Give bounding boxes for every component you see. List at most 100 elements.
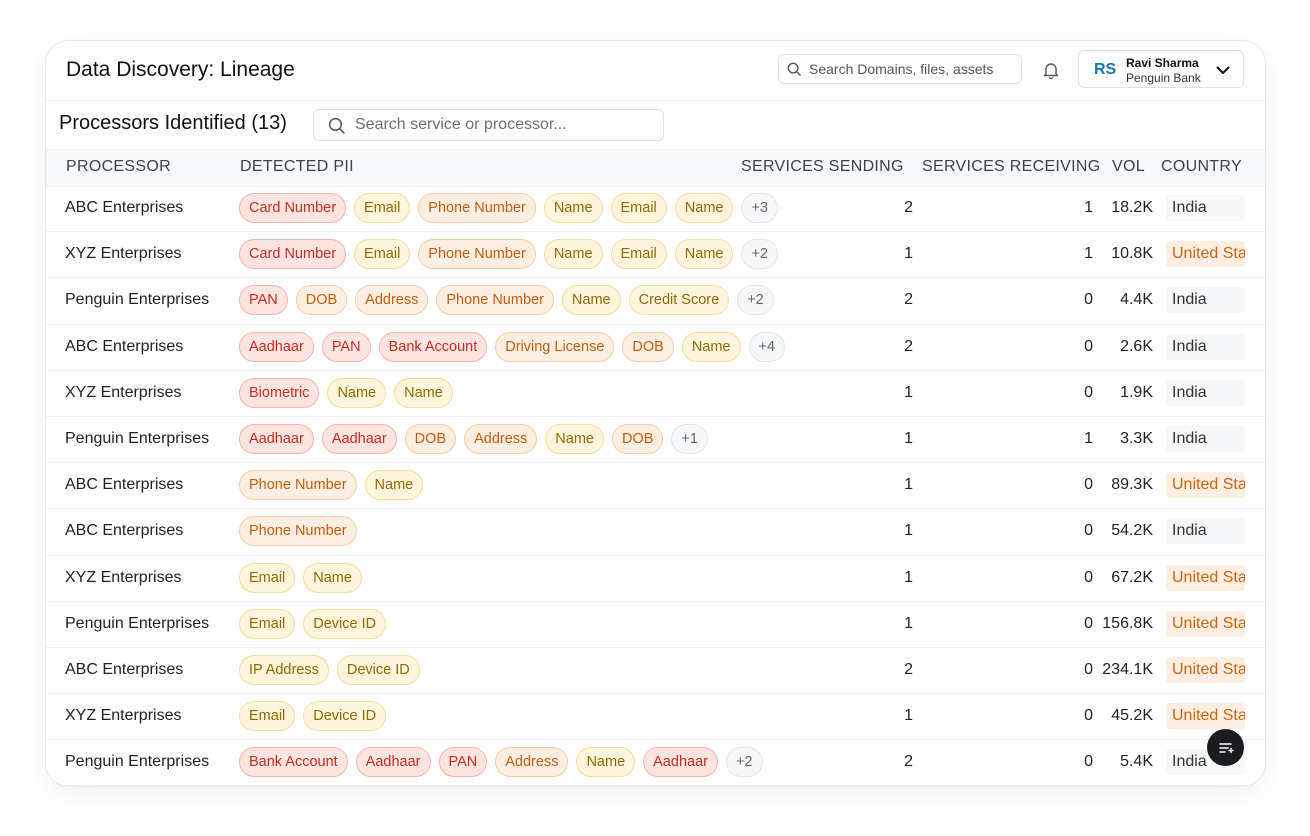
table-row[interactable]: Penguin Enterprises Email Device ID 1 0 156.8… xyxy=(46,602,1265,648)
more-pii-badge[interactable]: +2 xyxy=(741,239,779,270)
more-pii-badge[interactable]: +2 xyxy=(725,747,763,778)
pii-tags: Bank Account Aadhaar PAN Address Name Aadhaar… xyxy=(239,747,763,778)
global-search-input[interactable] xyxy=(807,60,1011,78)
processor-name[interactable]: Penguin Enterprises xyxy=(65,430,209,448)
pii-tags: Aadhaar Aadhaar DOB Address Name DOB +1 xyxy=(239,423,708,454)
processor-name[interactable]: Penguin Enterprises xyxy=(65,615,209,633)
processor-name[interactable]: ABC Enterprises xyxy=(65,338,183,356)
pii-tag: Name xyxy=(327,377,387,408)
table-row[interactable]: XYZ Enterprises Biometric Name Name 1 0 1.9K In… xyxy=(46,371,1265,417)
country-badge: India xyxy=(1166,195,1245,221)
column-detected-pii[interactable]: DETECTED PII xyxy=(240,158,354,176)
processor-name[interactable]: XYZ Enterprises xyxy=(65,245,181,263)
column-services-receiving[interactable]: SERVICES RECEIVING xyxy=(922,158,1101,176)
services-sending: 2 xyxy=(904,753,913,771)
pii-tag: Device ID xyxy=(303,701,387,732)
more-pii-badge[interactable]: +4 xyxy=(748,331,786,362)
services-sending: 1 xyxy=(904,429,913,447)
table-row[interactable]: Penguin Enterprises PAN DOB Address Phone Nu… xyxy=(46,278,1265,325)
pii-tag: Email xyxy=(239,608,296,639)
pii-tag: Aadhaar xyxy=(321,423,397,454)
services-sending: 1 xyxy=(904,245,913,263)
table-row[interactable]: ABC Enterprises IP Address Device ID 2 0 234.… xyxy=(46,648,1265,695)
table-row[interactable]: ABC Enterprises Card Number Email Phone Num… xyxy=(46,186,1265,233)
processor-search[interactable] xyxy=(313,109,664,141)
processor-name[interactable]: ABC Enterprises xyxy=(65,476,183,494)
table-row[interactable]: XYZ Enterprises Card Number Email Phone Num… xyxy=(46,232,1265,279)
services-receiving: 0 xyxy=(1084,614,1093,632)
table-row[interactable]: XYZ Enterprises Email Device ID 1 0 45.2K Unit… xyxy=(46,694,1265,741)
pii-tag: Name xyxy=(561,285,621,316)
pii-tag: PAN xyxy=(438,747,488,778)
table-row[interactable]: Penguin Enterprises Bank Account Aadhaar PA… xyxy=(46,740,1265,786)
services-receiving: 0 xyxy=(1084,291,1093,309)
pii-tag: Name xyxy=(364,470,424,501)
global-search[interactable] xyxy=(778,54,1022,84)
user-name: Ravi Sharma xyxy=(1126,56,1199,70)
processor-name[interactable]: ABC Enterprises xyxy=(65,522,183,540)
services-receiving: 0 xyxy=(1084,660,1093,678)
column-vol[interactable]: VOL xyxy=(1112,158,1145,176)
processor-name[interactable]: XYZ Enterprises xyxy=(65,384,181,402)
top-bar: Data Discovery: Lineage RS Ravi Sharma P… xyxy=(46,41,1265,101)
more-pii-badge[interactable]: +1 xyxy=(671,423,708,454)
pii-tag: DOB xyxy=(295,285,348,316)
volume: 156.8K xyxy=(1102,614,1153,632)
user-org: Penguin Bank xyxy=(1126,71,1201,85)
pii-tag: Phone Number xyxy=(418,239,536,270)
pii-tag: DOB xyxy=(404,423,457,454)
pii-tag: Email xyxy=(239,701,296,732)
bell-icon[interactable] xyxy=(1041,60,1061,80)
services-receiving: 0 xyxy=(1084,383,1093,401)
country-badge: India xyxy=(1166,518,1245,545)
pii-tag: Address xyxy=(464,423,538,454)
column-processor[interactable]: PROCESSOR xyxy=(66,158,171,176)
column-services-sending[interactable]: SERVICES SENDING xyxy=(741,158,904,176)
more-pii-badge[interactable]: +3 xyxy=(741,193,779,223)
services-receiving: 0 xyxy=(1084,476,1093,494)
chevron-down-icon xyxy=(1216,66,1230,74)
volume: 67.2K xyxy=(1111,568,1153,586)
processor-search-input[interactable] xyxy=(353,115,647,135)
filter-button[interactable] xyxy=(1207,729,1244,766)
processor-name[interactable]: ABC Enterprises xyxy=(65,199,183,217)
country-badge: United States xyxy=(1166,472,1245,499)
pii-tags: Card Number Email Phone Number Name Email Nam… xyxy=(239,239,779,270)
services-sending: 1 xyxy=(904,476,913,494)
pii-tags: Email Device ID xyxy=(239,701,387,732)
pii-tag: Email xyxy=(610,193,667,223)
processor-name[interactable]: XYZ Enterprises xyxy=(65,707,181,725)
processor-name[interactable]: Penguin Enterprises xyxy=(65,753,209,771)
services-sending: 2 xyxy=(904,199,913,216)
pii-tag: Name xyxy=(303,562,362,593)
pii-tag: DOB xyxy=(611,423,664,454)
processor-name[interactable]: XYZ Enterprises xyxy=(65,569,181,587)
pii-tag: Name xyxy=(543,239,603,270)
section-title: Processors Identified (13) xyxy=(59,112,287,134)
more-pii-badge[interactable]: +2 xyxy=(737,285,774,316)
country-badge: India xyxy=(1166,333,1245,360)
user-menu[interactable]: RS Ravi Sharma Penguin Bank xyxy=(1078,50,1244,88)
services-sending: 2 xyxy=(904,291,913,309)
pii-tag: Biometric xyxy=(239,377,320,408)
table-row[interactable]: ABC Enterprises Aadhaar PAN Bank Account Dri… xyxy=(46,325,1265,371)
pii-tag: Name xyxy=(681,331,741,362)
pii-tags: Biometric Name Name xyxy=(239,377,453,408)
processor-name[interactable]: ABC Enterprises xyxy=(65,661,183,679)
pii-tags: Phone Number xyxy=(239,516,357,547)
filter-list-icon xyxy=(1218,742,1234,753)
processor-name[interactable]: Penguin Enterprises xyxy=(65,291,209,309)
pii-tags: Aadhaar PAN Bank Account Driving License DOB… xyxy=(239,331,786,362)
table-header: PROCESSOR DETECTED PII SERVICES SENDING … xyxy=(46,149,1265,187)
page-title: Data Discovery: Lineage xyxy=(66,58,295,81)
pii-tag: Email xyxy=(239,562,296,593)
pii-tag: Bank Account xyxy=(239,747,348,778)
table-row[interactable]: Penguin Enterprises Aadhaar Aadhaar DOB Addr… xyxy=(46,417,1265,464)
avatar: RS xyxy=(1094,61,1117,78)
column-country[interactable]: COUNTRY xyxy=(1161,158,1242,176)
table-row[interactable]: ABC Enterprises Phone Number Name 1 0 89.3K Un… xyxy=(46,463,1265,510)
pii-tag: Aadhaar xyxy=(239,423,314,454)
table-row[interactable]: ABC Enterprises Phone Number 1 0 54.2K India xyxy=(46,509,1265,556)
country-badge: United States xyxy=(1166,564,1245,591)
table-row[interactable]: XYZ Enterprises Email Name 1 0 67.2K United St… xyxy=(46,556,1265,602)
